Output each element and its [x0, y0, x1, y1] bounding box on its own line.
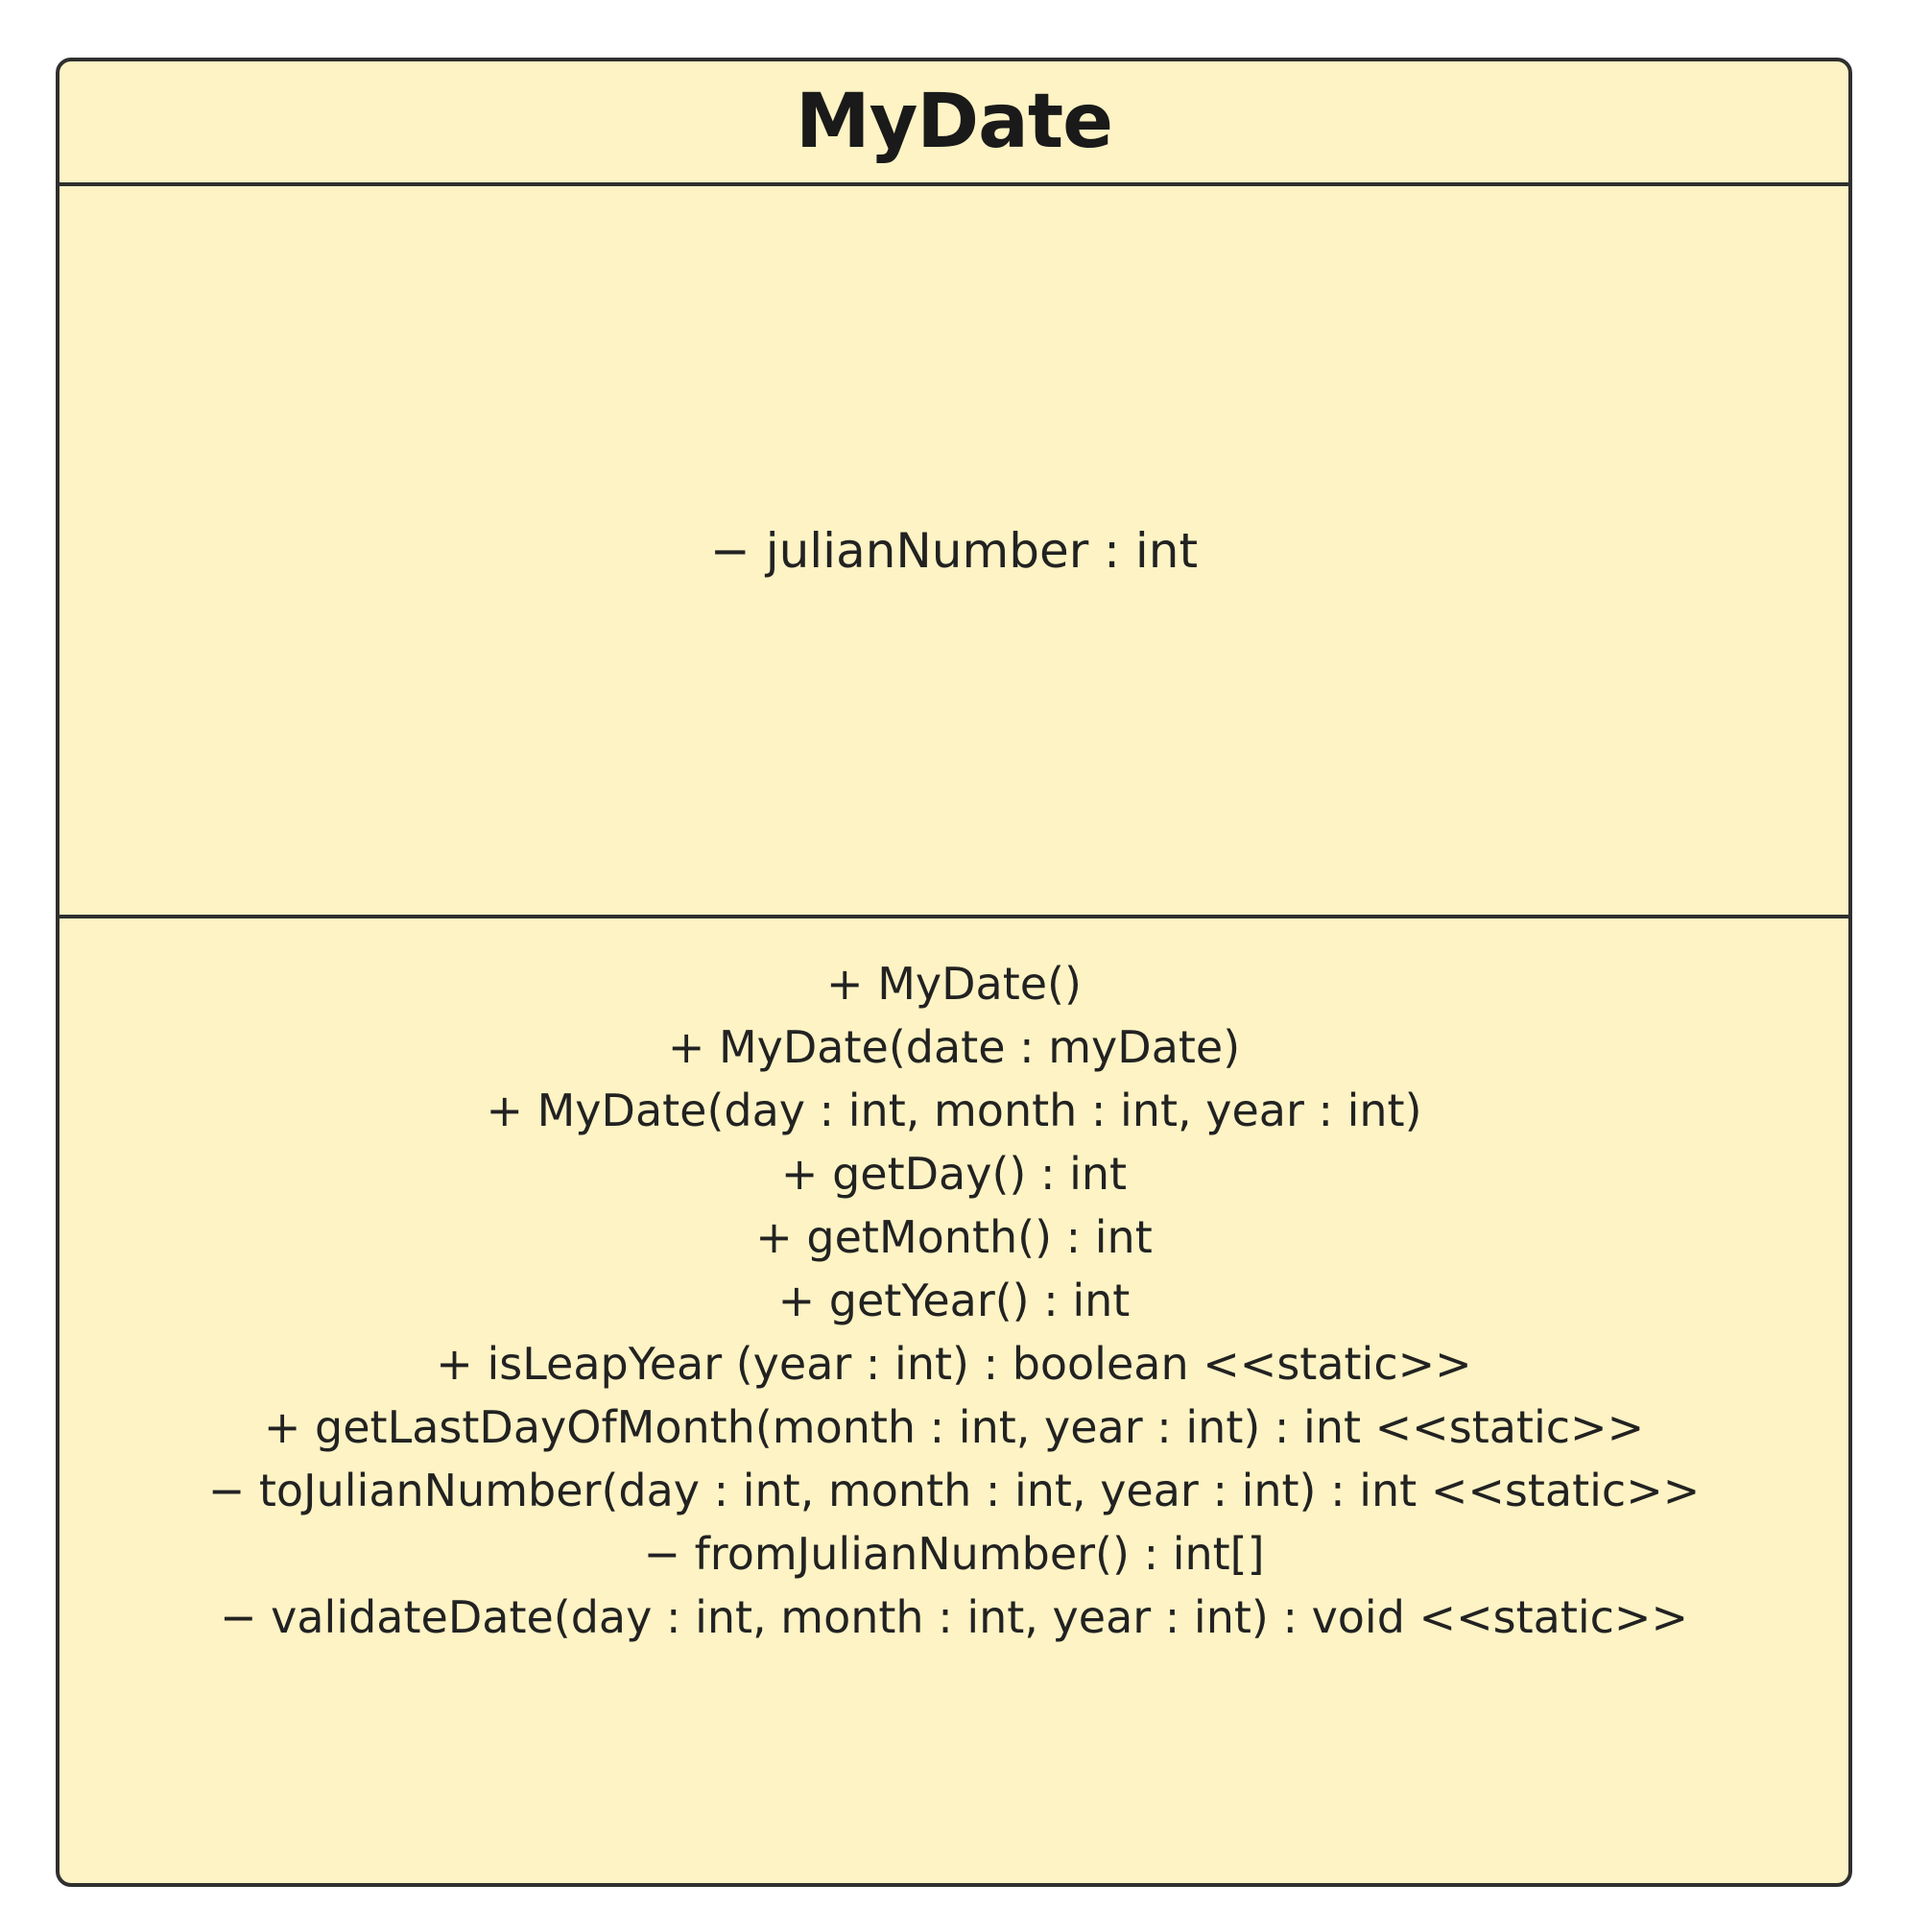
attributes-compartment: − julianNumber : int: [60, 186, 1848, 918]
operation-is-leap-year: + isLeapYear (year : int) : boolean <<st…: [436, 1338, 1472, 1390]
attribute-julian-number: − julianNumber : int: [709, 522, 1199, 579]
class-name-compartment: MyDate: [60, 61, 1848, 186]
operation-get-month: + getMonth() : int: [755, 1211, 1153, 1263]
operation-from-julian-number: − fromJulianNumber() : int[]: [643, 1528, 1265, 1580]
uml-class-box[interactable]: MyDate − julianNumber : int + MyDate() +…: [56, 58, 1852, 1887]
operation-get-year: + getYear() : int: [777, 1275, 1131, 1326]
operation-validate-date: − validateDate(day : int, month : int, y…: [219, 1591, 1689, 1643]
operation-get-last-day-of-month: + getLastDayOfMonth(month : int, year : …: [263, 1401, 1645, 1453]
operation-constructor-day-month-year: + MyDate(day : int, month : int, year : …: [486, 1085, 1422, 1136]
operation-get-day: + getDay() : int: [780, 1148, 1128, 1200]
operation-constructor-copy: + MyDate(date : myDate): [667, 1021, 1241, 1073]
operation-constructor-default: + MyDate(): [826, 958, 1082, 1010]
operations-compartment: + MyDate() + MyDate(date : myDate) + MyD…: [60, 918, 1848, 1649]
class-name: MyDate: [795, 79, 1113, 165]
operation-to-julian-number: − toJulianNumber(day : int, month : int,…: [207, 1465, 1701, 1516]
